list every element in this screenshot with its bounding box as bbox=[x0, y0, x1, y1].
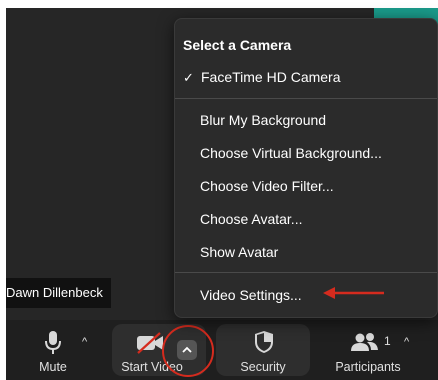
security-label: Security bbox=[240, 360, 286, 374]
participants-icon bbox=[351, 333, 378, 351]
participant-name-tag: Dawn Dillenbeck bbox=[6, 278, 111, 308]
meeting-toolbar: Mute ^ Start Video Security 1 Participan… bbox=[6, 320, 438, 380]
menu-item-choose-avatar[interactable]: Choose Avatar... bbox=[200, 207, 429, 231]
camera-options-menu: Select a Camera ✓ FaceTime HD Camera Blur… bbox=[174, 18, 438, 318]
menu-item-video-filter[interactable]: Choose Video Filter... bbox=[200, 174, 429, 198]
participants-count: 1 bbox=[384, 334, 391, 348]
menu-header: Select a Camera bbox=[183, 37, 292, 53]
menu-item-facetime-camera[interactable]: ✓ FaceTime HD Camera bbox=[183, 65, 429, 89]
menu-item-show-avatar[interactable]: Show Avatar bbox=[200, 240, 429, 264]
participants-options-caret[interactable]: ^ bbox=[404, 336, 409, 348]
participants-label: Participants bbox=[335, 360, 401, 374]
annotation-arrow bbox=[323, 287, 384, 299]
microphone-icon bbox=[45, 331, 61, 354]
menu-item-blur-background[interactable]: Blur My Background bbox=[200, 108, 429, 132]
shield-icon bbox=[255, 331, 273, 353]
menu-item-virtual-background[interactable]: Choose Virtual Background... bbox=[200, 141, 429, 165]
menu-divider bbox=[175, 272, 437, 273]
annotation-circle bbox=[162, 325, 214, 377]
participants-button[interactable]: 1 Participants bbox=[322, 324, 414, 378]
menu-item-video-settings[interactable]: Video Settings... bbox=[200, 283, 429, 307]
checkmark-icon: ✓ bbox=[183, 70, 194, 85]
menu-divider bbox=[175, 98, 437, 99]
mute-label: Mute bbox=[39, 360, 67, 374]
audio-options-caret[interactable]: ^ bbox=[82, 336, 87, 348]
menu-item-label: FaceTime HD Camera bbox=[201, 69, 341, 85]
security-content[interactable]: Security bbox=[216, 324, 310, 378]
mute-button[interactable]: Mute bbox=[24, 324, 82, 378]
